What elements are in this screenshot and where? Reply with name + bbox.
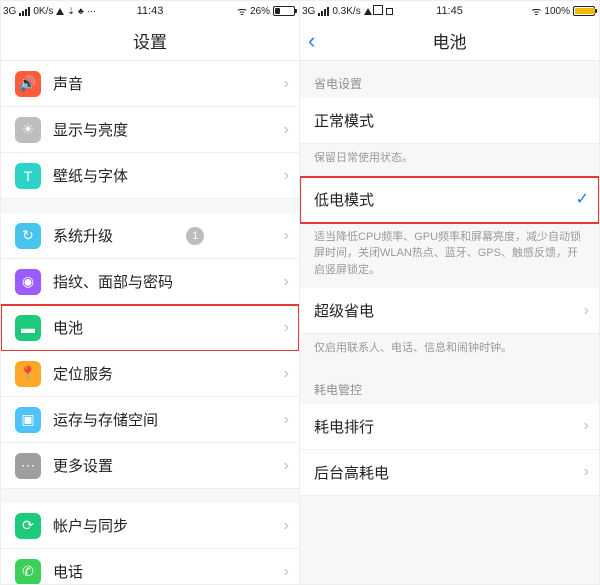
normal-mode-desc: 保留日常使用状态。 — [300, 144, 599, 177]
row-upgrade[interactable]: ↻ 系统升级 1 › — [1, 213, 299, 259]
display-icon: ☀ — [15, 117, 41, 143]
chevron-right-icon: › — [278, 365, 289, 383]
row-label: 系统升级 — [53, 225, 113, 246]
page-title: 设置 — [133, 28, 167, 53]
row-label: 电池 — [53, 317, 83, 338]
chevron-right-icon: › — [578, 302, 589, 320]
chevron-right-icon: › — [578, 463, 589, 481]
row-biometric[interactable]: ◉ 指纹、面部与密码 › — [1, 259, 299, 305]
storage-icon: ▣ — [15, 407, 41, 433]
status-bar: 3G 0.3K/s 11:45 ᯤ 100% — [300, 1, 599, 21]
row-normal-mode[interactable]: 正常模式 — [300, 98, 599, 144]
row-label: 正常模式 — [314, 110, 374, 131]
badge: 1 — [186, 227, 204, 245]
nav-bar: 设置 — [1, 21, 299, 61]
sound-icon: 🔊 — [15, 71, 41, 97]
row-battery[interactable]: ▬ 电池 › — [1, 305, 299, 351]
row-label: 壁纸与字体 — [53, 165, 128, 186]
row-label: 电话 — [53, 561, 83, 582]
row-super-save[interactable]: 超级省电 › — [300, 288, 599, 334]
chevron-right-icon: › — [278, 121, 289, 139]
battery-detail-phone: 3G 0.3K/s 11:45 ᯤ 100% ‹ 电池 省电设置 正常模式 — [300, 1, 599, 584]
chevron-right-icon: › — [278, 411, 289, 429]
more-icon: ⋯ — [15, 453, 41, 479]
clock-label: 11:43 — [1, 5, 299, 17]
page-title: 电池 — [433, 28, 467, 53]
chevron-right-icon: › — [278, 227, 289, 245]
chevron-right-icon: › — [278, 75, 289, 93]
fingerprint-icon: ◉ — [15, 269, 41, 295]
row-label: 耗电排行 — [314, 416, 374, 437]
nav-bar: ‹ 电池 — [300, 21, 599, 61]
sync-icon: ⟳ — [15, 513, 41, 539]
battery-icon — [573, 6, 595, 16]
row-label: 更多设置 — [53, 455, 113, 476]
chevron-right-icon: › — [578, 417, 589, 435]
chevron-right-icon: › — [278, 319, 289, 337]
upgrade-icon: ↻ — [15, 223, 41, 249]
row-label: 帐户与同步 — [53, 515, 128, 536]
chevron-right-icon: › — [278, 273, 289, 291]
chevron-right-icon: › — [278, 167, 289, 185]
row-account[interactable]: ⟳ 帐户与同步 › — [1, 503, 299, 549]
section-power-mgmt: 耗电管控 — [300, 367, 599, 404]
row-label: 低电模式 — [314, 189, 374, 210]
location-icon: 📍 — [15, 361, 41, 387]
row-power-rank[interactable]: 耗电排行 › — [300, 404, 599, 450]
wallpaper-icon: T — [15, 163, 41, 189]
section-power-saving: 省电设置 — [300, 61, 599, 98]
row-bg-high[interactable]: 后台高耗电 › — [300, 450, 599, 496]
row-low-power[interactable]: 低电模式 ✓ — [300, 177, 599, 223]
check-icon: ✓ — [576, 189, 589, 209]
row-label: 指纹、面部与密码 — [53, 271, 173, 292]
row-label: 定位服务 — [53, 363, 113, 384]
battery-settings[interactable]: 省电设置 正常模式 保留日常使用状态。 低电模式 ✓ 适当降低CPU频率、GPU… — [300, 61, 599, 584]
row-sound[interactable]: 🔊 声音 › — [1, 61, 299, 107]
chevron-right-icon: › — [278, 563, 289, 581]
super-save-desc: 仅启用联系人、电话、信息和闹钟时钟。 — [300, 334, 599, 367]
low-power-desc: 适当降低CPU频率、GPU频率和屏幕亮度，减少自动锁屏时间，关闭WLAN热点、蓝… — [300, 223, 599, 289]
row-wallpaper[interactable]: T 壁纸与字体 › — [1, 153, 299, 199]
chevron-right-icon: › — [278, 457, 289, 475]
row-label: 运存与存储空间 — [53, 409, 158, 430]
row-display[interactable]: ☀ 显示与亮度 › — [1, 107, 299, 153]
clock-label: 11:45 — [300, 5, 599, 17]
row-label: 超级省电 — [314, 300, 374, 321]
chevron-right-icon: › — [278, 517, 289, 535]
settings-list[interactable]: 🔊 声音 › ☀ 显示与亮度 › T 壁纸与字体 › ↻ 系统升级 1 › — [1, 61, 299, 584]
settings-phone: 3G 0K/s ⇣ ♣ ⋯ 11:43 ᯤ 26% 设置 🔊 声音 › — [1, 1, 300, 584]
status-bar: 3G 0K/s ⇣ ♣ ⋯ 11:43 ᯤ 26% — [1, 1, 299, 21]
row-phone-app[interactable]: ✆ 电话 › — [1, 549, 299, 584]
battery-icon — [273, 6, 295, 16]
row-label: 显示与亮度 — [53, 119, 128, 140]
row-more[interactable]: ⋯ 更多设置 › — [1, 443, 299, 489]
battery-icon: ▬ — [15, 315, 41, 341]
row-storage[interactable]: ▣ 运存与存储空间 › — [1, 397, 299, 443]
phone-icon: ✆ — [15, 559, 41, 585]
row-label: 后台高耗电 — [314, 462, 389, 483]
row-label: 声音 — [53, 73, 83, 94]
row-location[interactable]: 📍 定位服务 › — [1, 351, 299, 397]
